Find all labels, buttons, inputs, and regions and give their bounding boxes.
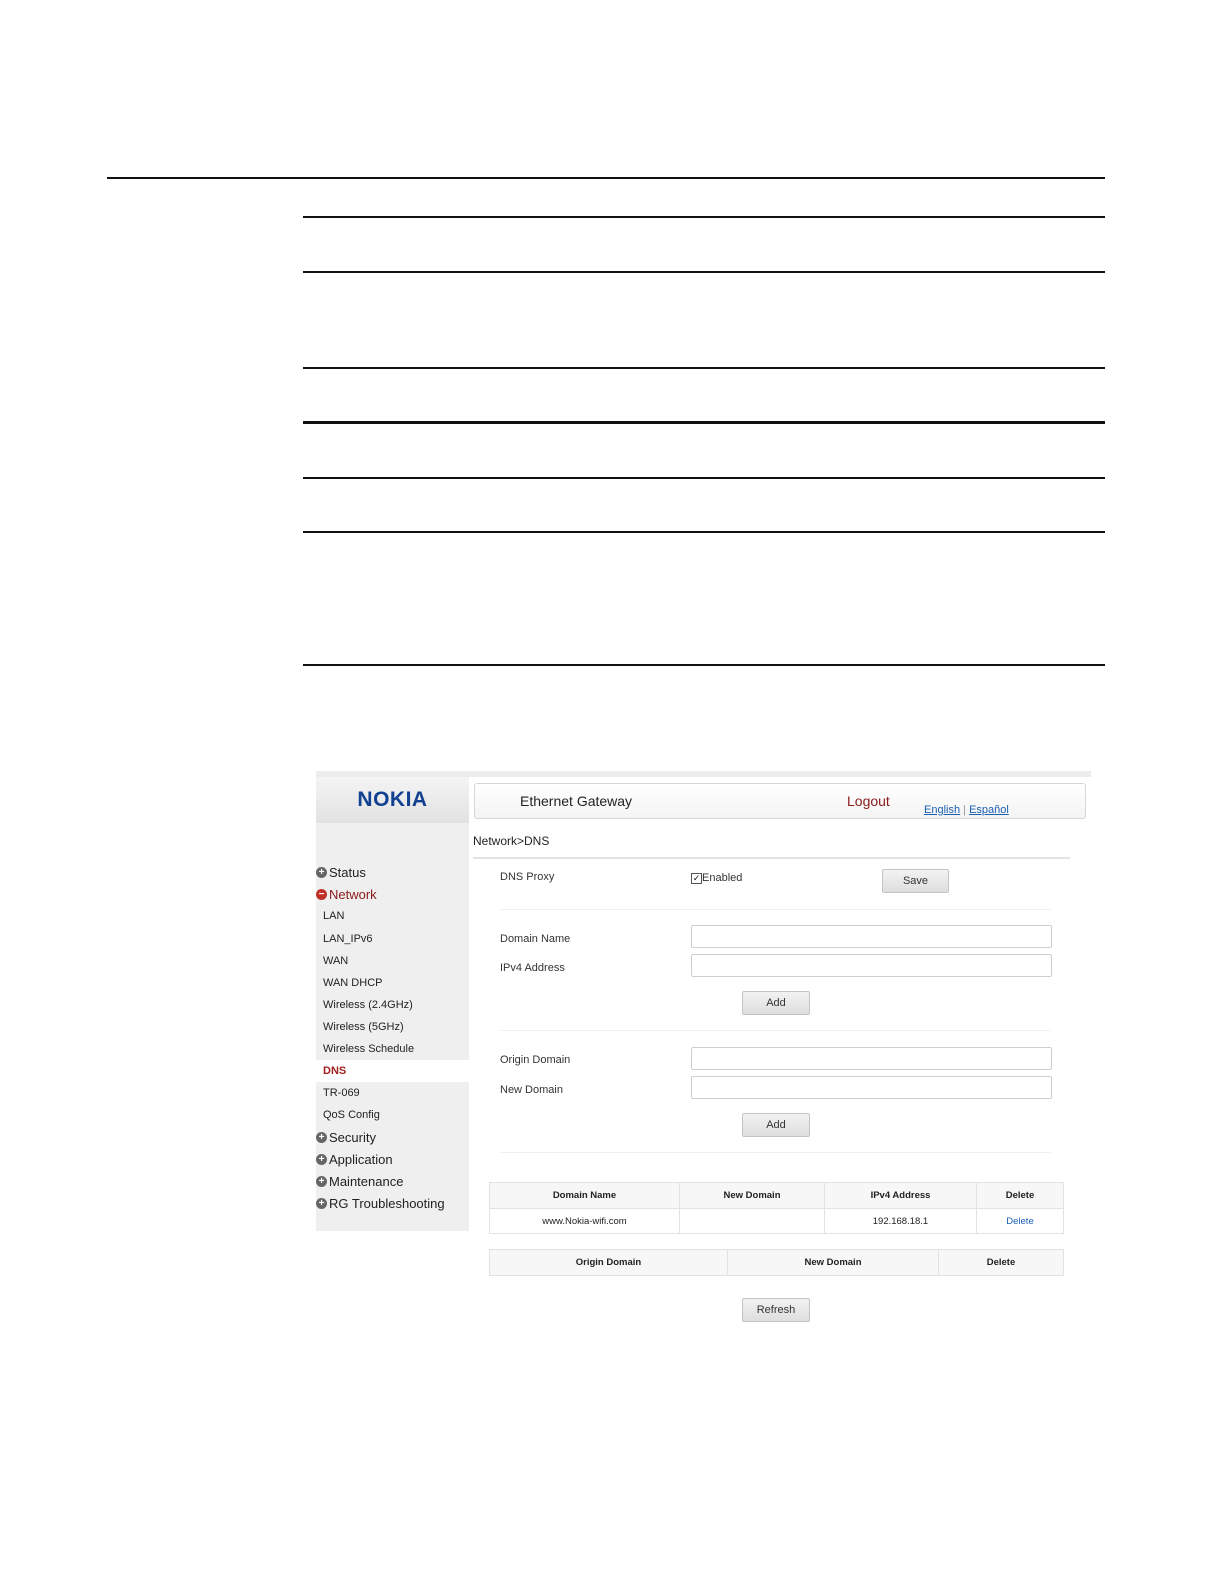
column-header: Origin Domain: [489, 1249, 728, 1276]
column-header: IPv4 Address: [824, 1182, 977, 1209]
new-domain-label: New Domain: [500, 1084, 563, 1096]
sidebar-sub-wireless-5[interactable]: Wireless (5GHz): [323, 1021, 404, 1033]
domain-name-label: Domain Name: [500, 933, 571, 945]
sidebar-item-status[interactable]: + Status: [316, 865, 366, 880]
content-divider: [473, 857, 1070, 859]
sidebar-item-security[interactable]: + Security: [316, 1130, 376, 1145]
table-rule: [303, 421, 1105, 424]
nokia-logo: NOKIA: [357, 788, 428, 811]
sidebar-sub-tr069[interactable]: TR-069: [323, 1087, 360, 1099]
sidebar-item-network[interactable]: − Network: [316, 887, 377, 902]
table-rule: [303, 367, 1105, 369]
sidebar-item-application[interactable]: + Application: [316, 1152, 393, 1167]
add-host-button[interactable]: Add: [742, 991, 810, 1015]
table-rule: [303, 216, 1105, 218]
gateway-title: Ethernet Gateway: [520, 793, 633, 809]
language-switcher: English | Español: [924, 804, 1009, 816]
new-domain-cell: [679, 1208, 825, 1234]
domain-name-input[interactable]: [691, 925, 1052, 948]
table-rule: [303, 271, 1105, 273]
add-rename-button[interactable]: Add: [742, 1113, 810, 1137]
sidebar-item-maintenance[interactable]: + Maintenance: [316, 1174, 403, 1189]
expand-plus-icon: +: [316, 1132, 327, 1143]
origin-domain-input[interactable]: [691, 1047, 1052, 1070]
expand-plus-icon: +: [316, 867, 327, 878]
column-header: New Domain: [727, 1249, 939, 1276]
sidebar-sub-wireless-24[interactable]: Wireless (2.4GHz): [323, 999, 413, 1011]
collapse-minus-icon: −: [316, 889, 327, 900]
router-screenshot: NOKIA Ethernet Gateway Logout English | …: [316, 771, 1091, 1331]
header-bar: Ethernet Gateway Logout English | Españo…: [474, 783, 1086, 819]
lang-espanol-link[interactable]: Español: [969, 804, 1009, 816]
column-header: Delete: [976, 1182, 1064, 1209]
table-header-row: Origin Domain New Domain Delete: [489, 1249, 1064, 1276]
breadcrumb: Network>DNS: [473, 834, 550, 848]
expand-plus-icon: +: [316, 1198, 327, 1209]
sidebar-item-rg-troubleshooting[interactable]: + RG Troubleshooting: [316, 1196, 445, 1211]
section-divider: [500, 909, 1051, 910]
table-header-row: Domain Name New Domain IPv4 Address Dele…: [489, 1182, 1064, 1209]
column-header: Delete: [938, 1249, 1064, 1276]
dns-host-table: Domain Name New Domain IPv4 Address Dele…: [489, 1182, 1064, 1234]
sidebar-sub-dns[interactable]: DNS: [323, 1065, 346, 1077]
section-divider: [500, 1030, 1051, 1031]
lang-separator: |: [963, 804, 966, 816]
domain-cell: www.Nokia-wifi.com: [489, 1208, 680, 1234]
table-rule: [303, 664, 1105, 666]
dns-rename-table: Origin Domain New Domain Delete: [489, 1249, 1064, 1276]
sidebar-sub-wan-dhcp[interactable]: WAN DHCP: [323, 977, 382, 989]
expand-plus-icon: +: [316, 1176, 327, 1187]
sidebar-sub-wan[interactable]: WAN: [323, 955, 348, 967]
refresh-button[interactable]: Refresh: [742, 1298, 810, 1322]
ipv4-address-label: IPv4 Address: [500, 962, 565, 974]
sidebar-sub-qos-config[interactable]: QoS Config: [323, 1109, 380, 1121]
ipv4-cell: 192.168.18.1: [824, 1208, 977, 1234]
new-domain-input[interactable]: [691, 1076, 1052, 1099]
table-row: www.Nokia-wifi.com 192.168.18.1 Delete: [489, 1208, 1064, 1234]
logout-link[interactable]: Logout: [847, 793, 890, 809]
section-divider: [500, 1152, 1051, 1153]
page-rule: [107, 177, 1105, 179]
sidebar-sub-lan[interactable]: LAN: [323, 910, 344, 922]
lang-english-link[interactable]: English: [924, 804, 960, 816]
logo-box: NOKIA: [316, 777, 469, 823]
sidebar-sub-lan-ipv6[interactable]: LAN_IPv6: [323, 933, 373, 945]
table-rule: [303, 531, 1105, 533]
sidebar: + Status − Network LAN LAN_IPv6 WAN WAN …: [316, 823, 469, 1231]
sidebar-sub-wireless-schedule[interactable]: Wireless Schedule: [323, 1043, 414, 1055]
column-header: Domain Name: [489, 1182, 680, 1209]
ipv4-address-input[interactable]: [691, 954, 1052, 977]
expand-plus-icon: +: [316, 1154, 327, 1165]
save-button[interactable]: Save: [882, 869, 949, 893]
dns-proxy-enabled-label: Enabled: [702, 872, 743, 884]
origin-domain-label: Origin Domain: [500, 1054, 571, 1066]
column-header: New Domain: [679, 1182, 825, 1209]
delete-link[interactable]: Delete: [976, 1208, 1064, 1234]
dns-proxy-label: DNS Proxy: [500, 871, 555, 883]
dns-proxy-checkbox[interactable]: ✓: [691, 873, 702, 884]
table-rule: [303, 477, 1105, 479]
